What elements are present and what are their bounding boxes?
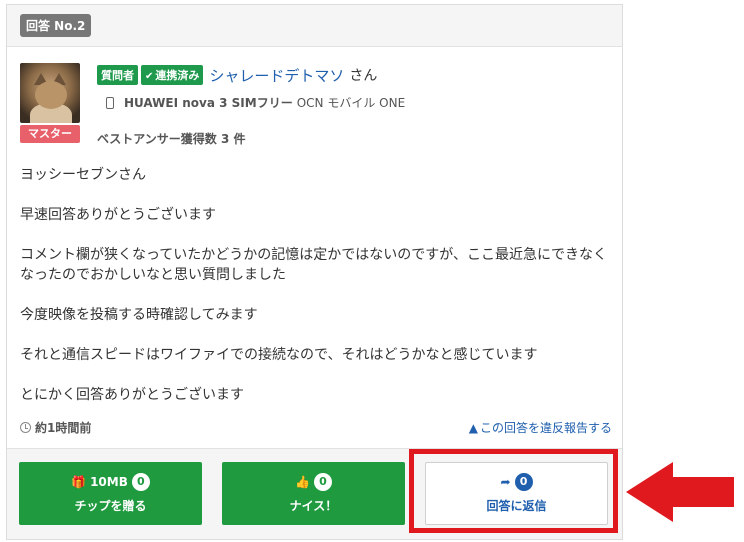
avatar[interactable]	[20, 63, 80, 123]
tip-button-label: チップを贈る	[74, 499, 147, 513]
nice-button[interactable]: 👍 0 ナイス！	[222, 462, 405, 525]
honorific: さん	[349, 68, 378, 84]
smartphone-icon	[106, 96, 114, 109]
report-link[interactable]: ▲ この回答を違反報告する	[469, 419, 612, 436]
check-icon: ✔	[145, 71, 154, 82]
nice-count-badge: 0	[313, 473, 332, 491]
device-line: HUAWEI nova 3 SIMフリー OCN モバイル ONE	[97, 94, 607, 111]
user-name-line: 質問者 ✔ 連携済み シャレードデトマソ さん	[97, 63, 607, 87]
user-info: 質問者 ✔ 連携済み シャレードデトマソ さん HUAWEI nova 3 SIM…	[97, 63, 607, 111]
tip-count-badge: 0	[131, 473, 150, 491]
body-paragraph: 早速回答ありがとうございます	[20, 207, 216, 223]
red-arrow-pointer	[626, 462, 734, 522]
red-arrow-shape	[626, 462, 734, 522]
answer-number-badge: 回答 No.2	[20, 14, 92, 37]
questioner-tag: 質問者	[97, 65, 138, 85]
linked-tag: ✔ 連携済み	[141, 65, 204, 85]
body-paragraph: とにかく回答ありがとうございます	[20, 387, 244, 403]
best-answer-count: ベストアンサー獲得数 3 件	[97, 132, 246, 146]
device-name: HUAWEI nova 3 SIMフリー	[124, 96, 293, 110]
answer-header: 回答 No.2	[7, 5, 622, 47]
tip-amount: 10MB	[90, 475, 128, 489]
clock-icon	[20, 422, 31, 433]
send-tip-button[interactable]: 🎁 10MB 0 チップを贈る	[19, 462, 202, 525]
body-paragraph: それと通信スピードはワイファイでの接続なので、それはどうかなと感じています	[20, 347, 538, 363]
user-row: マスター 質問者 ✔ 連携済み シャレードデトマソ さん HUAWEI nova …	[20, 63, 610, 147]
cat-face	[35, 81, 67, 109]
nice-button-top: 👍 0	[295, 473, 332, 491]
nice-button-label: ナイス！	[289, 499, 338, 513]
linked-tag-label: 連携済み	[155, 69, 200, 82]
answer-body: ヨッシーセブンさん 早速回答ありがとうございます コメント欄が狭くなっていたかど…	[20, 165, 612, 425]
body-paragraph: 今度映像を投稿する時確認してみます	[20, 307, 258, 323]
master-badge: マスター	[20, 125, 80, 143]
tip-button-top: 🎁 10MB 0	[71, 473, 150, 491]
time-ago: 約1時間前	[35, 421, 92, 435]
highlight-box	[409, 449, 618, 533]
username-link[interactable]: シャレードデトマソ	[209, 65, 344, 86]
avatar-wrap: マスター	[20, 63, 80, 143]
gift-icon: 🎁	[71, 475, 87, 489]
device-carrier: OCN モバイル ONE	[296, 96, 406, 110]
thumbs-up-icon: 👍	[295, 475, 310, 489]
body-paragraph: コメント欄が狭くなっていたかどうかの記憶は定かではないのですが、ここ最近急にでき…	[20, 247, 608, 283]
answer-meta: 約1時間前 ▲ この回答を違反報告する	[20, 419, 612, 437]
warning-icon: ▲	[468, 421, 478, 435]
report-link-label: この回答を違反報告する	[479, 421, 612, 435]
body-paragraph: ヨッシーセブンさん	[20, 167, 146, 183]
